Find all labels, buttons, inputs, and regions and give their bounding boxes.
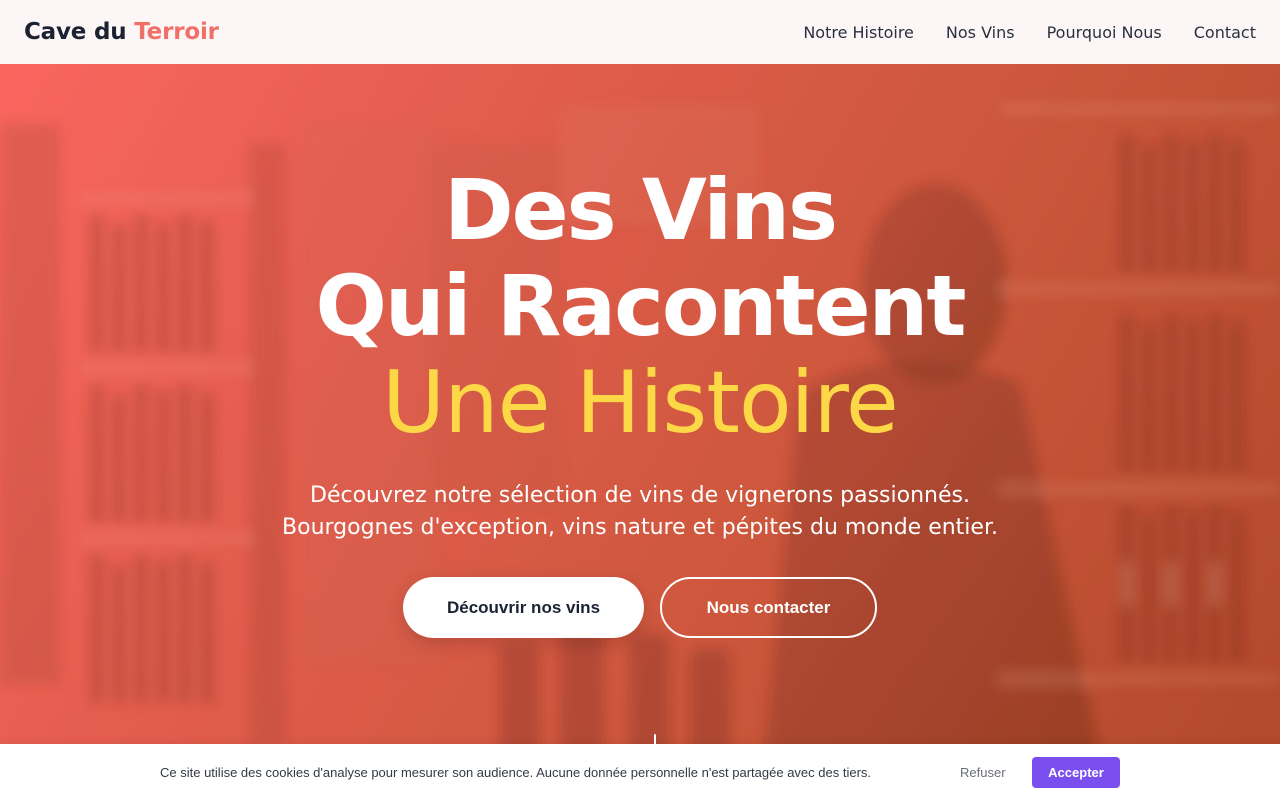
hero-title-line-1: Des Vins <box>443 161 838 259</box>
nav-link-pourquoi-nous[interactable]: Pourquoi Nous <box>1047 23 1162 42</box>
hero-title-line-3: Une Histoire <box>382 353 899 453</box>
contact-us-button[interactable]: Nous contacter <box>660 577 877 638</box>
cookie-refuse-button[interactable]: Refuser <box>960 765 1032 780</box>
hero-title-line-2: Qui Racontent <box>315 257 967 355</box>
hero-subtitle-line-2: Bourgognes d'exception, vins nature et p… <box>282 515 998 540</box>
cookie-message: Ce site utilise des cookies d'analyse po… <box>160 764 872 780</box>
hero-section: Des Vins Qui Racontent Une Histoire Déco… <box>0 64 1280 800</box>
page: Cave du Terroir Notre Histoire Nos Vins … <box>0 0 1280 800</box>
hero-subtitle-line-1: Découvrez notre sélection de vins de vig… <box>310 483 970 508</box>
logo-main-text: Cave du <box>24 19 127 45</box>
nav-link-contact[interactable]: Contact <box>1194 23 1256 42</box>
hero-cta-row: Découvrir nos vins Nous contacter <box>0 577 1280 638</box>
main-nav: Notre Histoire Nos Vins Pourquoi Nous Co… <box>803 23 1256 42</box>
nav-link-notre-histoire[interactable]: Notre Histoire <box>803 23 914 42</box>
logo-accent-text: Terroir <box>134 19 219 45</box>
site-logo[interactable]: Cave du Terroir <box>24 19 219 45</box>
nav-link-nos-vins[interactable]: Nos Vins <box>946 23 1015 42</box>
site-header: Cave du Terroir Notre Histoire Nos Vins … <box>0 0 1280 64</box>
cookie-banner: Ce site utilise des cookies d'analyse po… <box>0 744 1280 800</box>
cookie-accept-button[interactable]: Accepter <box>1032 756 1120 788</box>
discover-wines-button[interactable]: Découvrir nos vins <box>403 577 644 638</box>
